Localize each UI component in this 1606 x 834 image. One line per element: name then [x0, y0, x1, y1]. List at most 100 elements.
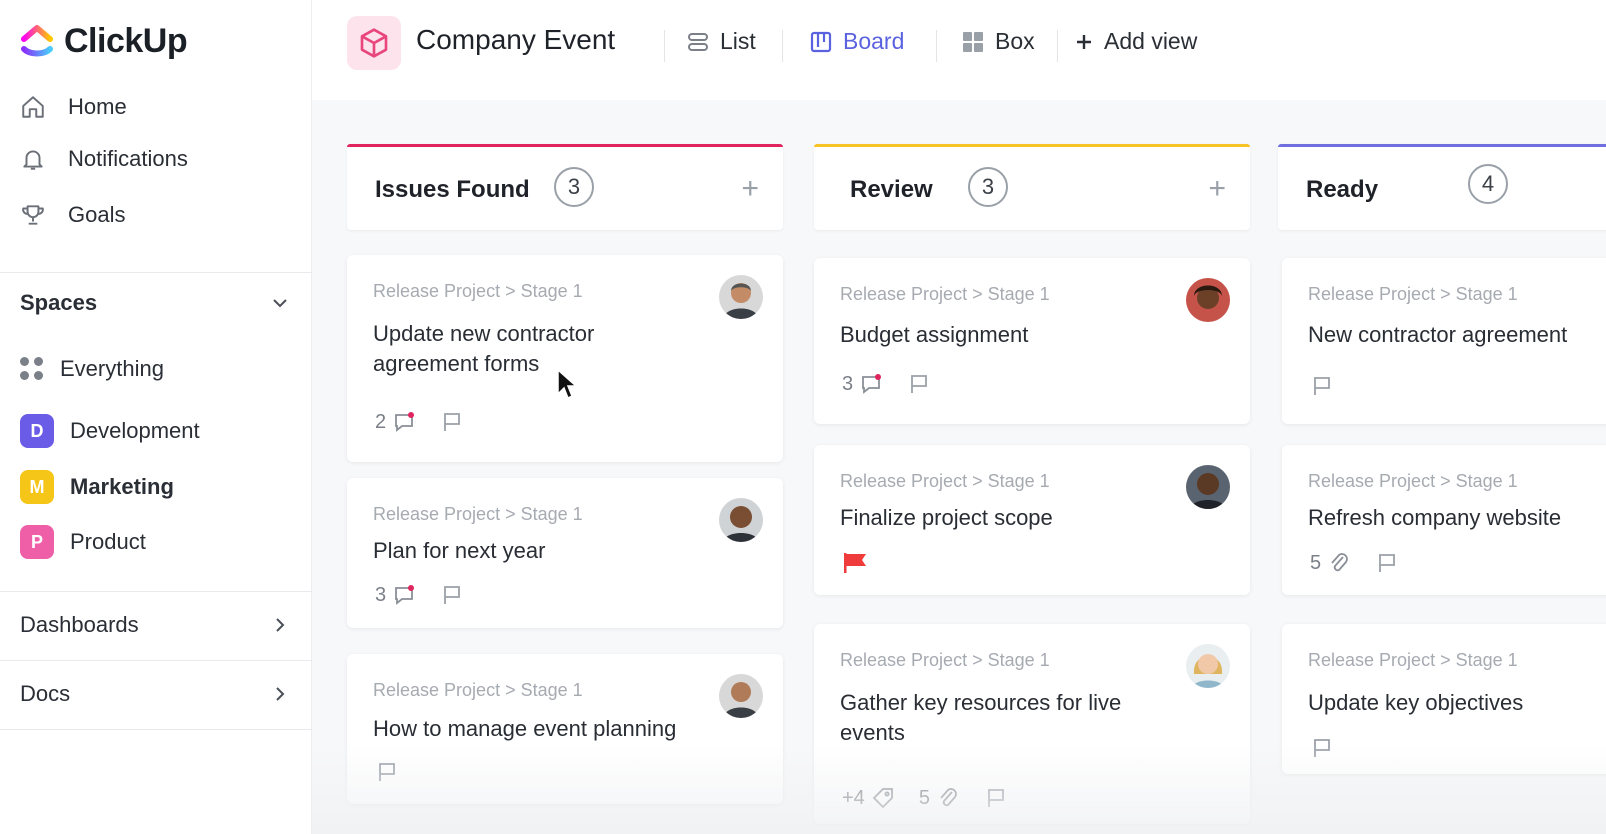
avatar[interactable]	[719, 498, 763, 542]
space-development[interactable]: D Development	[20, 414, 200, 448]
add-view-button[interactable]: Add view	[1074, 28, 1197, 55]
flag-icon[interactable]	[1310, 736, 1334, 760]
comments[interactable]: 2	[375, 410, 416, 434]
space-everything[interactable]: Everything	[20, 356, 164, 382]
avatar[interactable]	[1186, 644, 1230, 688]
spaces-header[interactable]: Spaces	[20, 290, 290, 316]
avatar[interactable]	[719, 275, 763, 319]
attachment-count: 5	[918, 786, 930, 809]
task-meta	[842, 551, 868, 575]
tab-board-label: Board	[843, 28, 905, 54]
priority-flag-icon[interactable]	[842, 551, 868, 575]
sidebar-dashboards[interactable]: Dashboards	[20, 612, 290, 638]
task-title[interactable]: Gather key resources for live events	[840, 688, 1160, 748]
nav-notifications[interactable]: Notifications	[20, 146, 188, 172]
paperclip-icon	[1331, 553, 1349, 572]
avatar[interactable]	[1186, 465, 1230, 509]
task-meta	[1310, 374, 1334, 398]
box-grid-icon	[963, 31, 983, 52]
task-card[interactable]: Release Project > Stage 1 Gather key res…	[814, 624, 1250, 824]
add-task-button[interactable]: +	[1208, 172, 1226, 206]
task-card[interactable]: Release Project > Stage 1 Budget assignm…	[814, 258, 1250, 424]
space-marketing[interactable]: M Marketing	[20, 470, 174, 504]
space-product[interactable]: P Product	[20, 525, 146, 559]
attachments[interactable]: 5	[1310, 551, 1351, 575]
sidebar-divider	[0, 660, 312, 661]
comments[interactable]: 3	[375, 583, 416, 607]
task-breadcrumb[interactable]: Release Project > Stage 1	[373, 281, 583, 302]
task-card[interactable]: Release Project > Stage 1 Update new con…	[347, 255, 783, 462]
project-icon[interactable]	[347, 16, 401, 70]
clickup-logo-icon	[21, 24, 53, 56]
column-title: Ready	[1306, 176, 1379, 203]
task-title[interactable]: Plan for next year	[373, 536, 693, 566]
sidebar-docs[interactable]: Docs	[20, 681, 290, 707]
space-label: Marketing	[70, 474, 174, 499]
task-card[interactable]: Release Project > Stage 1 Update key obj…	[1282, 624, 1606, 774]
tab-list[interactable]: List	[686, 28, 756, 55]
chevron-down-icon[interactable]	[270, 293, 290, 313]
comment-icon	[862, 374, 882, 394]
status-bar	[1278, 144, 1606, 147]
task-title[interactable]: New contractor agreement	[1308, 320, 1606, 350]
task-title[interactable]: Finalize project scope	[840, 503, 1160, 533]
task-title[interactable]: Update new contractor agreement forms	[373, 319, 693, 379]
sidebar-divider	[0, 591, 312, 592]
column-header: Review 3 +	[814, 144, 1250, 230]
task-meta: 2	[375, 410, 464, 434]
flag-icon[interactable]	[440, 583, 464, 607]
task-meta: +4 5	[842, 786, 1008, 810]
task-card[interactable]: Release Project > Stage 1 Finalize proje…	[814, 445, 1250, 595]
task-card[interactable]: Release Project > Stage 1 How to manage …	[347, 654, 783, 804]
board: Issues Found 3 + Release Project > Stage…	[312, 100, 1606, 834]
task-breadcrumb[interactable]: Release Project > Stage 1	[840, 284, 1050, 305]
tab-box[interactable]: Box	[961, 28, 1035, 55]
task-title[interactable]: Budget assignment	[840, 320, 1160, 350]
task-title[interactable]: Refresh company website	[1308, 503, 1606, 533]
task-title[interactable]: How to manage event planning	[373, 714, 733, 744]
task-card[interactable]: Release Project > Stage 1 Refresh compan…	[1282, 445, 1606, 595]
everything-icon	[20, 357, 44, 381]
avatar[interactable]	[719, 674, 763, 718]
task-breadcrumb[interactable]: Release Project > Stage 1	[1308, 471, 1518, 492]
avatar[interactable]	[1186, 278, 1230, 322]
flag-icon[interactable]	[440, 410, 464, 434]
task-card[interactable]: Release Project > Stage 1 Plan for next …	[347, 478, 783, 628]
column-header: Issues Found 3 +	[347, 144, 783, 230]
comments[interactable]: 3	[842, 372, 883, 396]
comment-count: 3	[375, 583, 387, 606]
space-badge: D	[20, 414, 54, 448]
nav-goals[interactable]: Goals	[20, 202, 125, 228]
task-breadcrumb[interactable]: Release Project > Stage 1	[1308, 284, 1518, 305]
task-meta: 5	[1310, 551, 1399, 575]
clickup-logo[interactable]: ClickUp	[20, 22, 188, 61]
sidebar-divider	[0, 729, 312, 730]
task-breadcrumb[interactable]: Release Project > Stage 1	[1308, 650, 1518, 671]
app-name: ClickUp	[64, 22, 188, 60]
task-breadcrumb[interactable]: Release Project > Stage 1	[840, 471, 1050, 492]
column-count: 4	[1468, 164, 1508, 204]
flag-icon[interactable]	[907, 372, 931, 396]
task-card[interactable]: Release Project > Stage 1 New contractor…	[1282, 258, 1606, 424]
task-title[interactable]: Update key objectives	[1308, 688, 1606, 718]
tags[interactable]: +4	[842, 786, 895, 810]
project-header: Company Event List Board Box Add view	[312, 0, 1606, 100]
chevron-right-icon	[276, 618, 285, 632]
flag-icon[interactable]	[984, 786, 1008, 810]
list-icon	[688, 32, 708, 51]
tag-count: +4	[842, 786, 865, 809]
task-breadcrumb[interactable]: Release Project > Stage 1	[373, 504, 583, 525]
column-title: Issues Found	[375, 176, 530, 203]
flag-icon[interactable]	[1375, 551, 1399, 575]
flag-icon[interactable]	[375, 760, 399, 784]
task-meta: 3	[375, 583, 464, 607]
tab-board[interactable]: Board	[809, 28, 904, 55]
nav-home[interactable]: Home	[20, 94, 127, 120]
attachments[interactable]: 5	[919, 786, 960, 810]
task-breadcrumb[interactable]: Release Project > Stage 1	[840, 650, 1050, 671]
task-meta	[1310, 736, 1334, 760]
task-breadcrumb[interactable]: Release Project > Stage 1	[373, 680, 583, 701]
flag-icon[interactable]	[1310, 374, 1334, 398]
add-task-button[interactable]: +	[741, 172, 759, 206]
column-title: Review	[850, 176, 933, 203]
